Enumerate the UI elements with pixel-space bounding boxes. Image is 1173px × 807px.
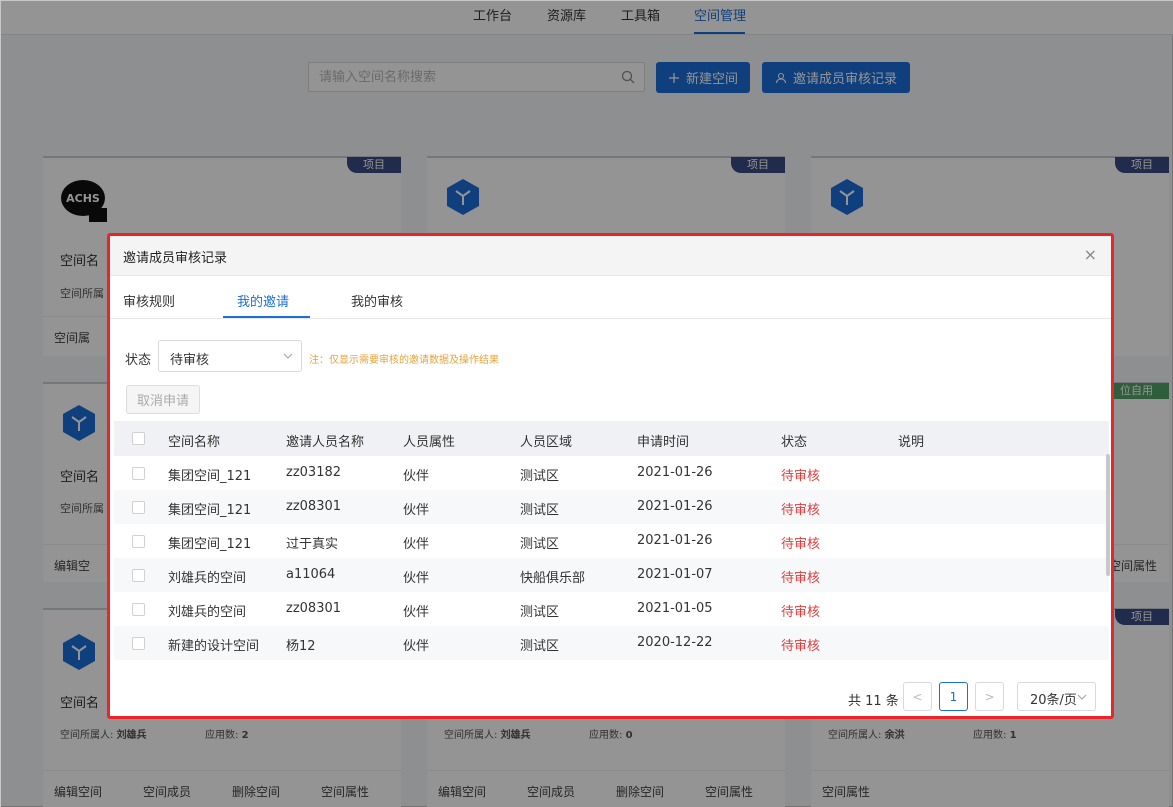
dialog-tabs: 审核规则 我的邀请 我的审核 <box>110 277 1111 319</box>
cell-invitee-name: zz03182 <box>286 465 342 480</box>
chevron-down-icon <box>1077 694 1087 700</box>
row-checkbox[interactable] <box>132 637 145 650</box>
cell-apply-time: 2021-01-07 <box>637 567 713 582</box>
cell-status: 待审核 <box>781 571 821 586</box>
status-select[interactable]: 待审核 <box>158 340 302 372</box>
close-icon[interactable]: × <box>1084 247 1097 263</box>
cell-invitee-name: 杨12 <box>286 639 316 654</box>
pagination-next-button[interactable]: > <box>975 682 1004 711</box>
cell-apply-time: 2021-01-26 <box>637 499 713 514</box>
col-member-type: 人员属性 <box>403 435 456 450</box>
cell-space-name: 新建的设计空间 <box>168 639 260 654</box>
cell-invitee-name: zz08301 <box>286 499 342 514</box>
table-row[interactable]: 刘雄兵的空间 zz08301 伙伴 测试区 2021-01-05 待审核 <box>114 592 1109 626</box>
col-apply-time: 申请时间 <box>637 435 690 450</box>
row-checkbox[interactable] <box>132 501 145 514</box>
cell-apply-time: 2020-12-22 <box>637 635 713 650</box>
col-status: 状态 <box>781 435 808 450</box>
cell-member-region: 测试区 <box>520 639 560 654</box>
tab-my-reviews[interactable]: 我的审核 <box>351 291 403 310</box>
col-invitee-name: 邀请人员名称 <box>286 435 365 450</box>
dialog-header: 邀请成员审核记录 × <box>110 236 1111 276</box>
cell-member-region: 测试区 <box>520 537 560 552</box>
cancel-application-button[interactable]: 取消申请 <box>126 385 200 414</box>
cell-member-region: 测试区 <box>520 605 560 620</box>
cell-space-name: 刘雄兵的空间 <box>168 605 247 620</box>
page-size-select[interactable]: 20条/页 <box>1017 682 1096 711</box>
pagination-total: 共 11 条 <box>848 694 899 709</box>
col-member-region: 人员区域 <box>520 435 573 450</box>
cell-apply-time: 2021-01-26 <box>637 533 713 548</box>
filter-note: 注：仅显示需要审核的邀请数据及操作结果 <box>309 355 499 366</box>
cell-space-name: 集团空间_121 <box>168 537 252 552</box>
table-row[interactable]: 刘雄兵的空间 a11064 伙伴 快船俱乐部 2021-01-07 待审核 <box>114 558 1109 592</box>
cell-member-type: 伙伴 <box>403 639 430 654</box>
cell-member-type: 伙伴 <box>403 605 430 620</box>
page-size-value: 20条/页 <box>1030 693 1077 708</box>
cell-invitee-name: 过于真实 <box>286 537 339 552</box>
table-scrollbar[interactable] <box>1106 454 1110 576</box>
cell-space-name: 集团空间_121 <box>168 469 252 484</box>
table-row[interactable]: 集团空间_121 zz08301 伙伴 测试区 2021-01-26 待审核 <box>114 490 1109 524</box>
pagination-prev-button[interactable]: < <box>903 682 932 711</box>
row-checkbox[interactable] <box>132 535 145 548</box>
cell-apply-time: 2021-01-26 <box>637 465 713 480</box>
cell-member-region: 快船俱乐部 <box>520 571 586 586</box>
cell-space-name: 刘雄兵的空间 <box>168 571 247 586</box>
cell-status: 待审核 <box>781 639 821 654</box>
tab-my-invites[interactable]: 我的邀请 <box>237 291 289 310</box>
col-space-name: 空间名称 <box>168 435 221 450</box>
row-checkbox[interactable] <box>132 467 145 480</box>
row-checkbox[interactable] <box>132 603 145 616</box>
tab-active-indicator <box>223 316 310 318</box>
cell-invitee-name: zz08301 <box>286 601 342 616</box>
table-header: 空间名称 邀请人员名称 人员属性 人员区域 申请时间 状态 说明 <box>114 421 1109 456</box>
dialog-title: 邀请成员审核记录 <box>123 251 228 266</box>
cell-status: 待审核 <box>781 537 821 552</box>
cell-member-type: 伙伴 <box>403 469 430 484</box>
table-row[interactable]: 新建的设计空间 杨12 伙伴 测试区 2020-12-22 待审核 <box>114 626 1109 660</box>
cell-status: 待审核 <box>781 605 821 620</box>
status-select-value: 待审核 <box>170 353 210 368</box>
table-row[interactable]: 集团空间_121 zz03182 伙伴 测试区 2021-01-26 待审核 <box>114 456 1109 490</box>
tab-audit-rules[interactable]: 审核规则 <box>123 291 175 310</box>
cell-invitee-name: a11064 <box>286 567 336 582</box>
cell-member-type: 伙伴 <box>403 537 430 552</box>
invite-records-dialog: 邀请成员审核记录 × 审核规则 我的邀请 我的审核 状态 待审核 注：仅显示需要… <box>107 233 1114 719</box>
cell-member-type: 伙伴 <box>403 571 430 586</box>
pagination-page-1[interactable]: 1 <box>939 682 968 711</box>
cell-space-name: 集团空间_121 <box>168 503 252 518</box>
cell-status: 待审核 <box>781 469 821 484</box>
cell-member-region: 测试区 <box>520 469 560 484</box>
row-checkbox[interactable] <box>132 569 145 582</box>
cell-member-type: 伙伴 <box>403 503 430 518</box>
cell-member-region: 测试区 <box>520 503 560 518</box>
table-row[interactable]: 集团空间_121 过于真实 伙伴 测试区 2021-01-26 待审核 <box>114 524 1109 558</box>
status-filter-label: 状态 <box>125 353 152 368</box>
col-remark: 说明 <box>898 435 925 450</box>
cell-status: 待审核 <box>781 503 821 518</box>
cell-apply-time: 2021-01-05 <box>637 601 713 616</box>
select-all-checkbox[interactable] <box>132 432 145 445</box>
chevron-down-icon <box>283 353 293 359</box>
